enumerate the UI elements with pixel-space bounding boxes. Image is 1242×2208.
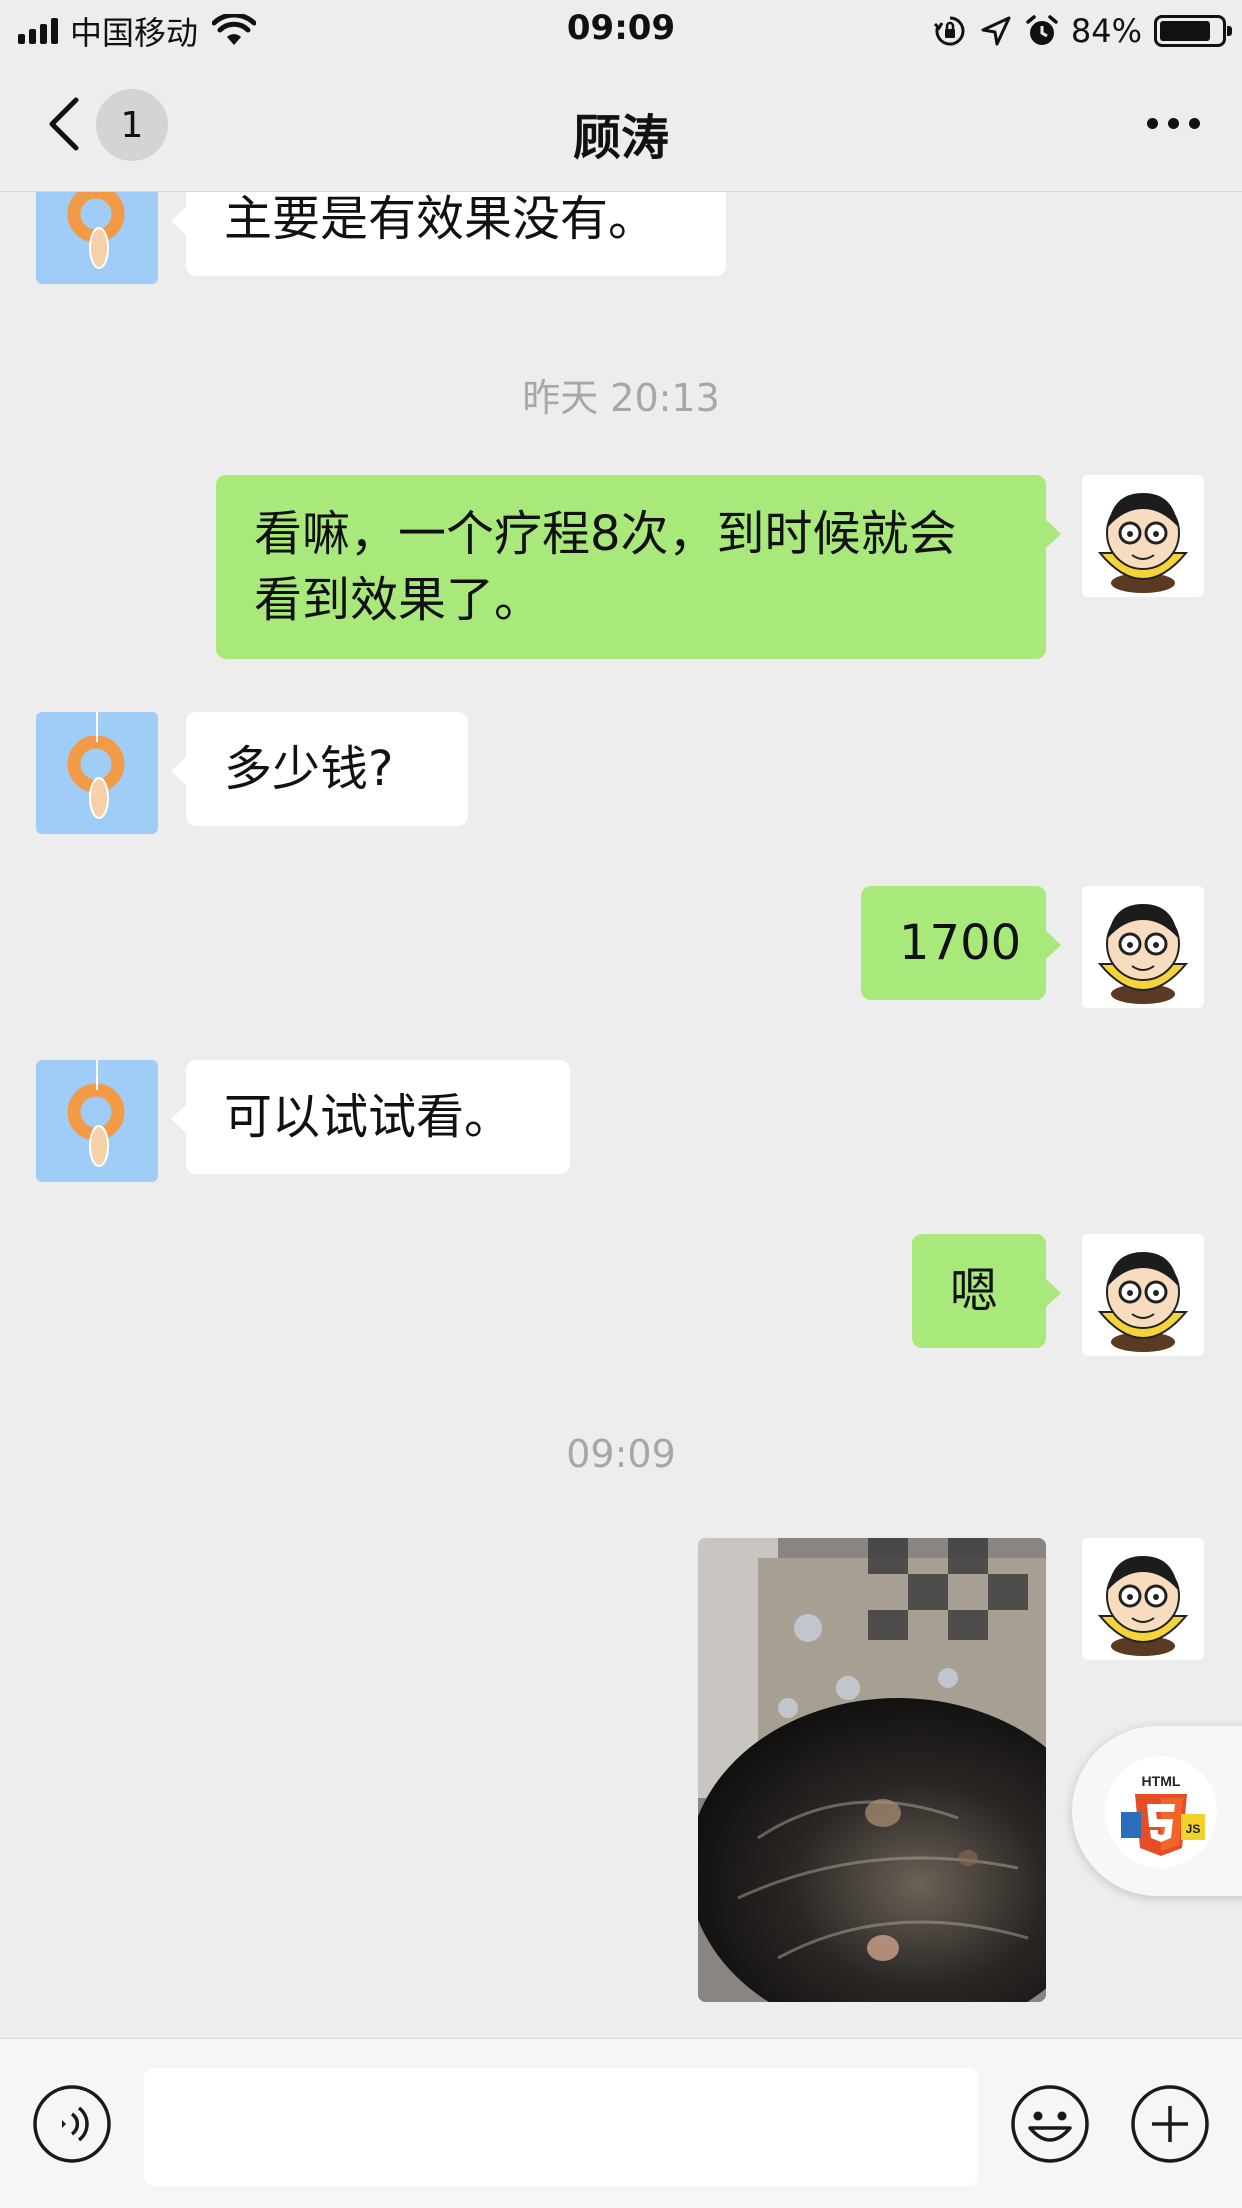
message-text: 多少钱? — [224, 741, 394, 797]
floating-window-button[interactable]: HTML JS — [1072, 1726, 1242, 1896]
more-icon[interactable] — [1147, 118, 1200, 129]
chat-title: 顾涛 — [572, 110, 669, 166]
image-message[interactable] — [698, 1538, 1046, 2002]
location-icon — [981, 16, 1011, 46]
message-text: 可以试试看。 — [224, 1089, 513, 1145]
message-timestamp: 09:09 — [566, 1432, 676, 1476]
cartoon-boy-avatar-icon — [1097, 493, 1189, 593]
status-bar: 中国移动 09:09 84% — [0, 0, 1242, 62]
message-text-line: 看到效果了。 — [254, 572, 543, 628]
chat-header: 1 顾涛 — [0, 62, 1242, 192]
my-avatar[interactable] — [1082, 886, 1204, 1008]
donut-avatar-icon — [67, 192, 125, 269]
orientation-lock-icon — [933, 16, 965, 46]
battery-icon — [1154, 15, 1232, 47]
js-label: JS — [1186, 1822, 1201, 1836]
input-toolbar — [0, 2038, 1242, 2208]
battery-level-fill — [1160, 21, 1211, 41]
friend-avatar[interactable] — [36, 192, 158, 284]
alarm-icon — [1026, 15, 1058, 45]
friend-avatar[interactable] — [36, 1060, 158, 1182]
my-avatar[interactable] — [1082, 1234, 1204, 1356]
donut-avatar-icon — [67, 712, 125, 819]
html5-js-icon: HTML JS — [1105, 1756, 1217, 1868]
battery-percent: 84% — [1070, 12, 1142, 50]
message-text: 主要是有效果没有。 — [224, 192, 657, 247]
message-timestamp: 昨天 20:13 — [522, 376, 720, 420]
cartoon-boy-avatar-icon — [1097, 904, 1189, 1004]
my-avatar[interactable] — [1082, 1538, 1204, 1660]
plus-icon[interactable] — [1130, 2084, 1210, 2164]
message-list[interactable]: 主要是有效果没有。 昨天 20:13 看嘛，一个疗程8次，到时候就会 看到效果了… — [0, 192, 1242, 2038]
message-bubble-friend[interactable]: 可以试试看。 — [171, 1060, 570, 1174]
message-text: 1700 — [899, 915, 1022, 971]
message-bubble-friend[interactable]: 主要是有效果没有。 — [171, 192, 726, 276]
message-text-line: 看嘛，一个疗程8次，到时候就会 — [254, 506, 957, 562]
message-bubble-me[interactable]: 看嘛，一个疗程8次，到时候就会 看到效果了。 — [216, 475, 1061, 659]
message-bubble-me[interactable]: 嗯 — [912, 1234, 1061, 1348]
message-text: 嗯 — [950, 1263, 999, 1319]
message-bubble-me[interactable]: 1700 — [861, 886, 1061, 1000]
html-label: HTML — [1142, 1773, 1181, 1789]
message-input[interactable] — [144, 2068, 978, 2186]
donut-avatar-icon — [67, 1060, 125, 1167]
cartoon-boy-avatar-icon — [1097, 1252, 1189, 1352]
emoji-icon[interactable] — [1010, 2084, 1090, 2164]
message-bubble-friend[interactable]: 多少钱? — [171, 712, 468, 826]
voice-icon[interactable] — [32, 2084, 112, 2164]
friend-avatar[interactable] — [36, 712, 158, 834]
status-right: 84% — [933, 10, 1232, 52]
hair-photo — [698, 1538, 1046, 2002]
cartoon-boy-avatar-icon — [1097, 1556, 1189, 1656]
my-avatar[interactable] — [1082, 475, 1204, 597]
